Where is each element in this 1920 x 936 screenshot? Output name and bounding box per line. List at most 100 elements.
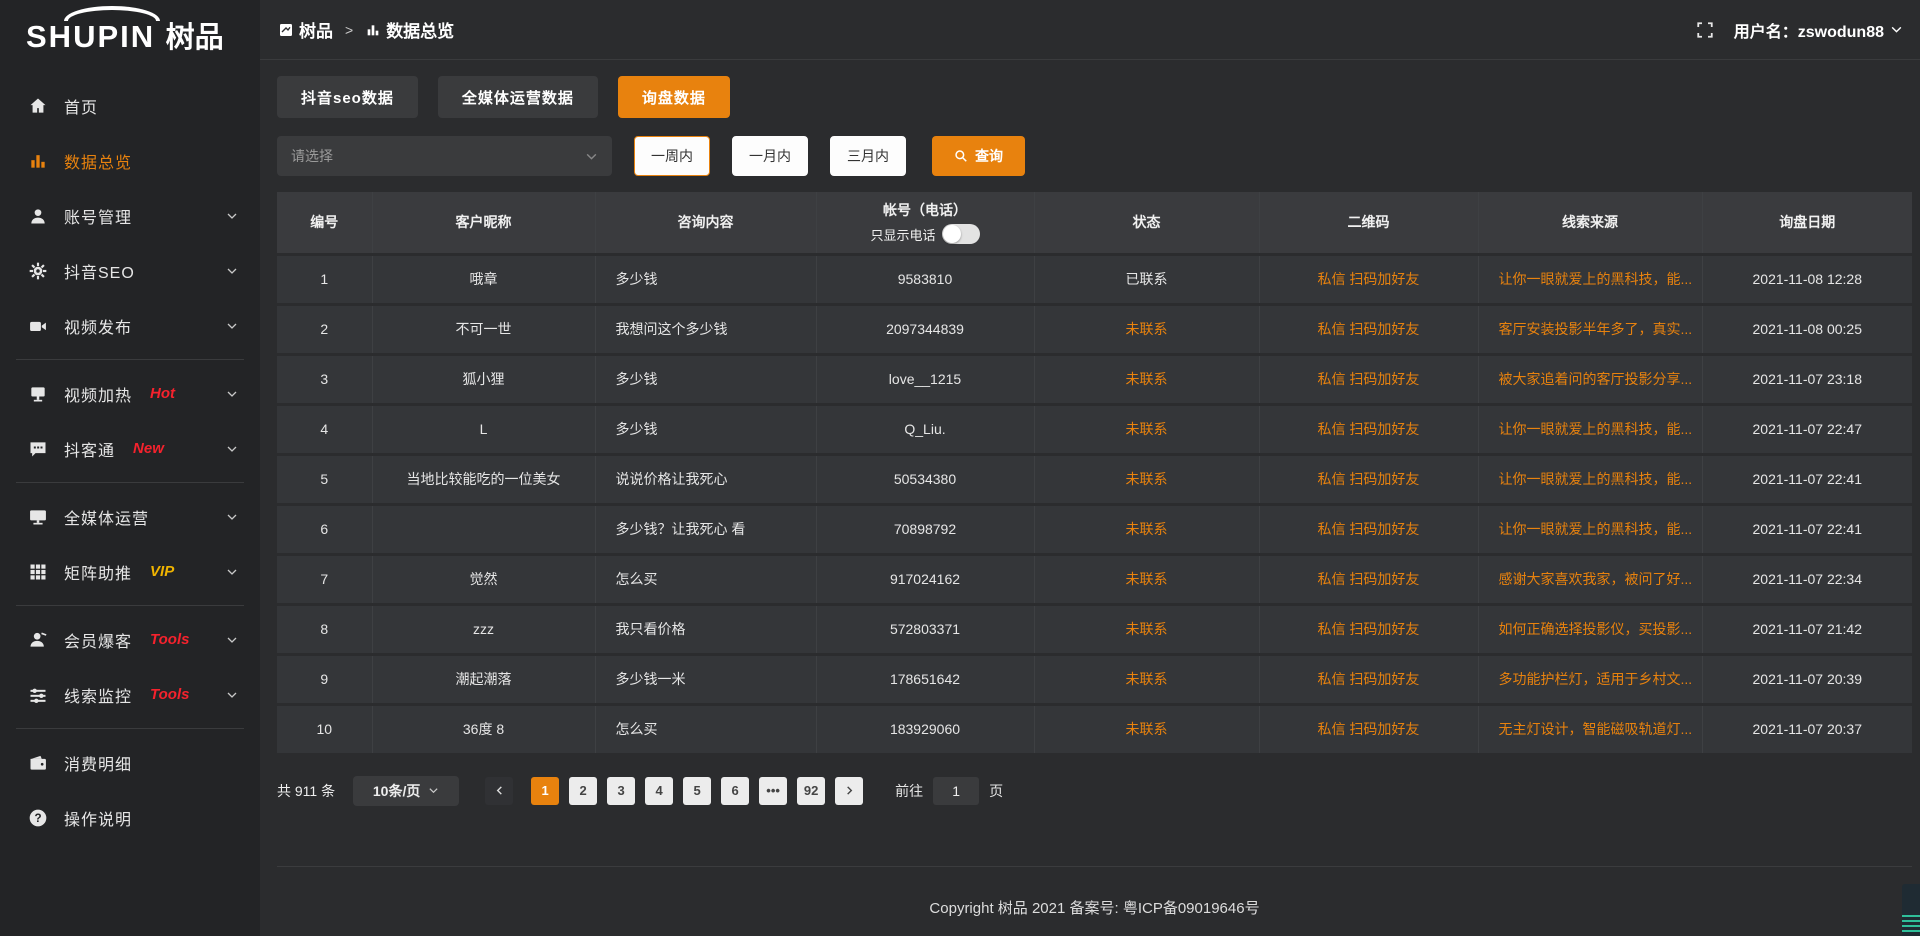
- cell-source[interactable]: 多功能护栏灯，适用于乡村文...: [1478, 654, 1702, 704]
- cell-qrcode[interactable]: 私信 扫码加好友: [1259, 554, 1478, 604]
- goto-page: 前往 页: [895, 777, 1003, 805]
- cell-source[interactable]: 如何正确选择投影仪，买投影...: [1478, 604, 1702, 654]
- cell-source[interactable]: 客厅安装投影半年多了，真实...: [1478, 304, 1702, 354]
- table-row: 3狐小狸多少钱love__1215未联系私信 扫码加好友被大家追着问的客厅投影分…: [277, 354, 1912, 404]
- page-button[interactable]: 4: [645, 777, 673, 805]
- sidebar-item-label: 数据总览: [64, 149, 132, 173]
- cell-nickname: 哦章: [372, 254, 595, 304]
- cell-source[interactable]: 无主灯设计，智能磁吸轨道灯...: [1478, 704, 1702, 754]
- tab-全媒体运营数据[interactable]: 全媒体运营数据: [438, 76, 598, 118]
- cell-source[interactable]: 被大家追着问的客厅投影分享...: [1478, 354, 1702, 404]
- goto-page-input[interactable]: [933, 777, 979, 805]
- breadcrumb: 树品> 数据总览: [278, 17, 454, 42]
- logo-text-en: SHUPIN: [26, 19, 155, 54]
- sidebar-nav: 首页数据总览账号管理抖音SEO 视频发布视频加热Hot抖客通New 全媒体运营矩阵助…: [0, 78, 260, 845]
- sidebar-item[interactable]: 视频加热Hot: [0, 366, 260, 421]
- home-icon: [28, 96, 48, 116]
- cell-account: 2097344839: [816, 304, 1034, 354]
- cell-id: 3: [277, 354, 372, 404]
- cell-status: 未联系: [1034, 304, 1259, 354]
- cell-source[interactable]: 感谢大家喜欢我家，被问了好...: [1478, 554, 1702, 604]
- sidebar-item[interactable]: 消费明细: [0, 735, 260, 790]
- tab-抖音seo数据[interactable]: 抖音seo数据: [277, 76, 418, 118]
- sidebar-item[interactable]: 矩阵助推VIP: [0, 544, 260, 599]
- sidebar-item[interactable]: 抖客通New: [0, 421, 260, 476]
- cell-account: 9583810: [816, 254, 1034, 304]
- page-button[interactable]: 3: [607, 777, 635, 805]
- query-button[interactable]: 查询: [932, 136, 1025, 176]
- date-range-buttons: 一周内一月内三月内: [634, 136, 906, 176]
- chevron-down-icon: [226, 320, 238, 332]
- goto-suffix: 页: [989, 781, 1003, 801]
- tab-询盘数据[interactable]: 询盘数据: [618, 76, 730, 118]
- sidebar-item[interactable]: 全媒体运营: [0, 489, 260, 544]
- logo-arc: [64, 6, 160, 21]
- cell-source[interactable]: 让你一眼就爱上的黑科技，能...: [1478, 254, 1702, 304]
- cell-content: 说说价格让我死心: [595, 454, 816, 504]
- sidebar-item[interactable]: 账号管理: [0, 188, 260, 243]
- column-header-label: 询盘日期: [1779, 214, 1835, 230]
- user-menu[interactable]: 用户名：zswodun88: [1734, 18, 1903, 42]
- column-header-label: 二维码: [1348, 214, 1390, 230]
- search-icon: [954, 149, 968, 163]
- prev-page-button[interactable]: [485, 777, 513, 805]
- page-button[interactable]: 1: [531, 777, 559, 805]
- sidebar-item[interactable]: 线索监控Tools: [0, 667, 260, 722]
- cell-content: 我想问这个多少钱: [595, 304, 816, 354]
- sidebar-item[interactable]: 操作说明: [0, 790, 260, 845]
- sidebar: SHUPIN 树品 首页数据总览账号管理抖音SEO视频发布视频加热Hot抖客通N…: [0, 0, 260, 936]
- next-page-button[interactable]: [835, 777, 863, 805]
- fullscreen-icon[interactable]: [1696, 21, 1714, 39]
- cell-id: 4: [277, 404, 372, 454]
- sidebar-item[interactable]: 抖音SEO: [0, 243, 260, 298]
- cell-nickname: 潮起潮落: [372, 654, 595, 704]
- page-button[interactable]: 2: [569, 777, 597, 805]
- breadcrumb-item[interactable]: 数据总览: [365, 17, 454, 42]
- page-size-select[interactable]: 10条/页: [353, 776, 459, 806]
- cell-date: 2021-11-08 00:25: [1702, 304, 1912, 354]
- cell-date: 2021-11-07 22:41: [1702, 454, 1912, 504]
- breadcrumb-item[interactable]: 树品: [278, 17, 333, 42]
- cell-qrcode[interactable]: 私信 扫码加好友: [1259, 454, 1478, 504]
- filter-select-placeholder: 请选择: [291, 146, 333, 166]
- cell-qrcode[interactable]: 私信 扫码加好友: [1259, 504, 1478, 554]
- cell-content: 多少钱一米: [595, 654, 816, 704]
- filter-select[interactable]: 请选择: [277, 136, 612, 176]
- column-header: 编号: [277, 192, 372, 254]
- page-button[interactable]: 5: [683, 777, 711, 805]
- phone-only-toggle[interactable]: [942, 224, 980, 244]
- divider: [16, 605, 244, 606]
- cell-id: 2: [277, 304, 372, 354]
- range-button[interactable]: 一月内: [732, 136, 808, 176]
- page-button[interactable]: 92: [797, 777, 825, 805]
- cell-qrcode[interactable]: 私信 扫码加好友: [1259, 704, 1478, 754]
- chevron-down-icon: [226, 443, 238, 455]
- toggle-knob: [943, 225, 961, 243]
- sidebar-item-label: 视频发布: [64, 314, 132, 338]
- cell-qrcode[interactable]: 私信 扫码加好友: [1259, 654, 1478, 704]
- cell-nickname: 觉然: [372, 554, 595, 604]
- more-pages-button[interactable]: •••: [759, 777, 787, 805]
- range-button[interactable]: 三月内: [830, 136, 906, 176]
- cell-qrcode[interactable]: 私信 扫码加好友: [1259, 404, 1478, 454]
- breadcrumb-label: 数据总览: [386, 17, 454, 42]
- cell-source[interactable]: 让你一眼就爱上的黑科技，能...: [1478, 404, 1702, 454]
- cell-qrcode[interactable]: 私信 扫码加好友: [1259, 354, 1478, 404]
- cell-nickname: 当地比较能吃的一位美女: [372, 454, 595, 504]
- sidebar-item[interactable]: 视频发布: [0, 298, 260, 353]
- sidebar-item[interactable]: 会员爆客Tools: [0, 612, 260, 667]
- sidebar-item[interactable]: 首页: [0, 78, 260, 133]
- sidebar-item-label: 抖客通: [64, 437, 115, 461]
- cell-qrcode[interactable]: 私信 扫码加好友: [1259, 604, 1478, 654]
- page-corner-widget: [1902, 884, 1920, 936]
- cell-qrcode[interactable]: 私信 扫码加好友: [1259, 254, 1478, 304]
- column-header: 客户昵称: [372, 192, 595, 254]
- cell-qrcode[interactable]: 私信 扫码加好友: [1259, 304, 1478, 354]
- cell-id: 1: [277, 254, 372, 304]
- cell-source[interactable]: 让你一眼就爱上的黑科技，能...: [1478, 504, 1702, 554]
- range-button[interactable]: 一周内: [634, 136, 710, 176]
- cell-source[interactable]: 让你一眼就爱上的黑科技，能...: [1478, 454, 1702, 504]
- sidebar-item[interactable]: 数据总览: [0, 133, 260, 188]
- page-button[interactable]: 6: [721, 777, 749, 805]
- cell-date: 2021-11-07 22:34: [1702, 554, 1912, 604]
